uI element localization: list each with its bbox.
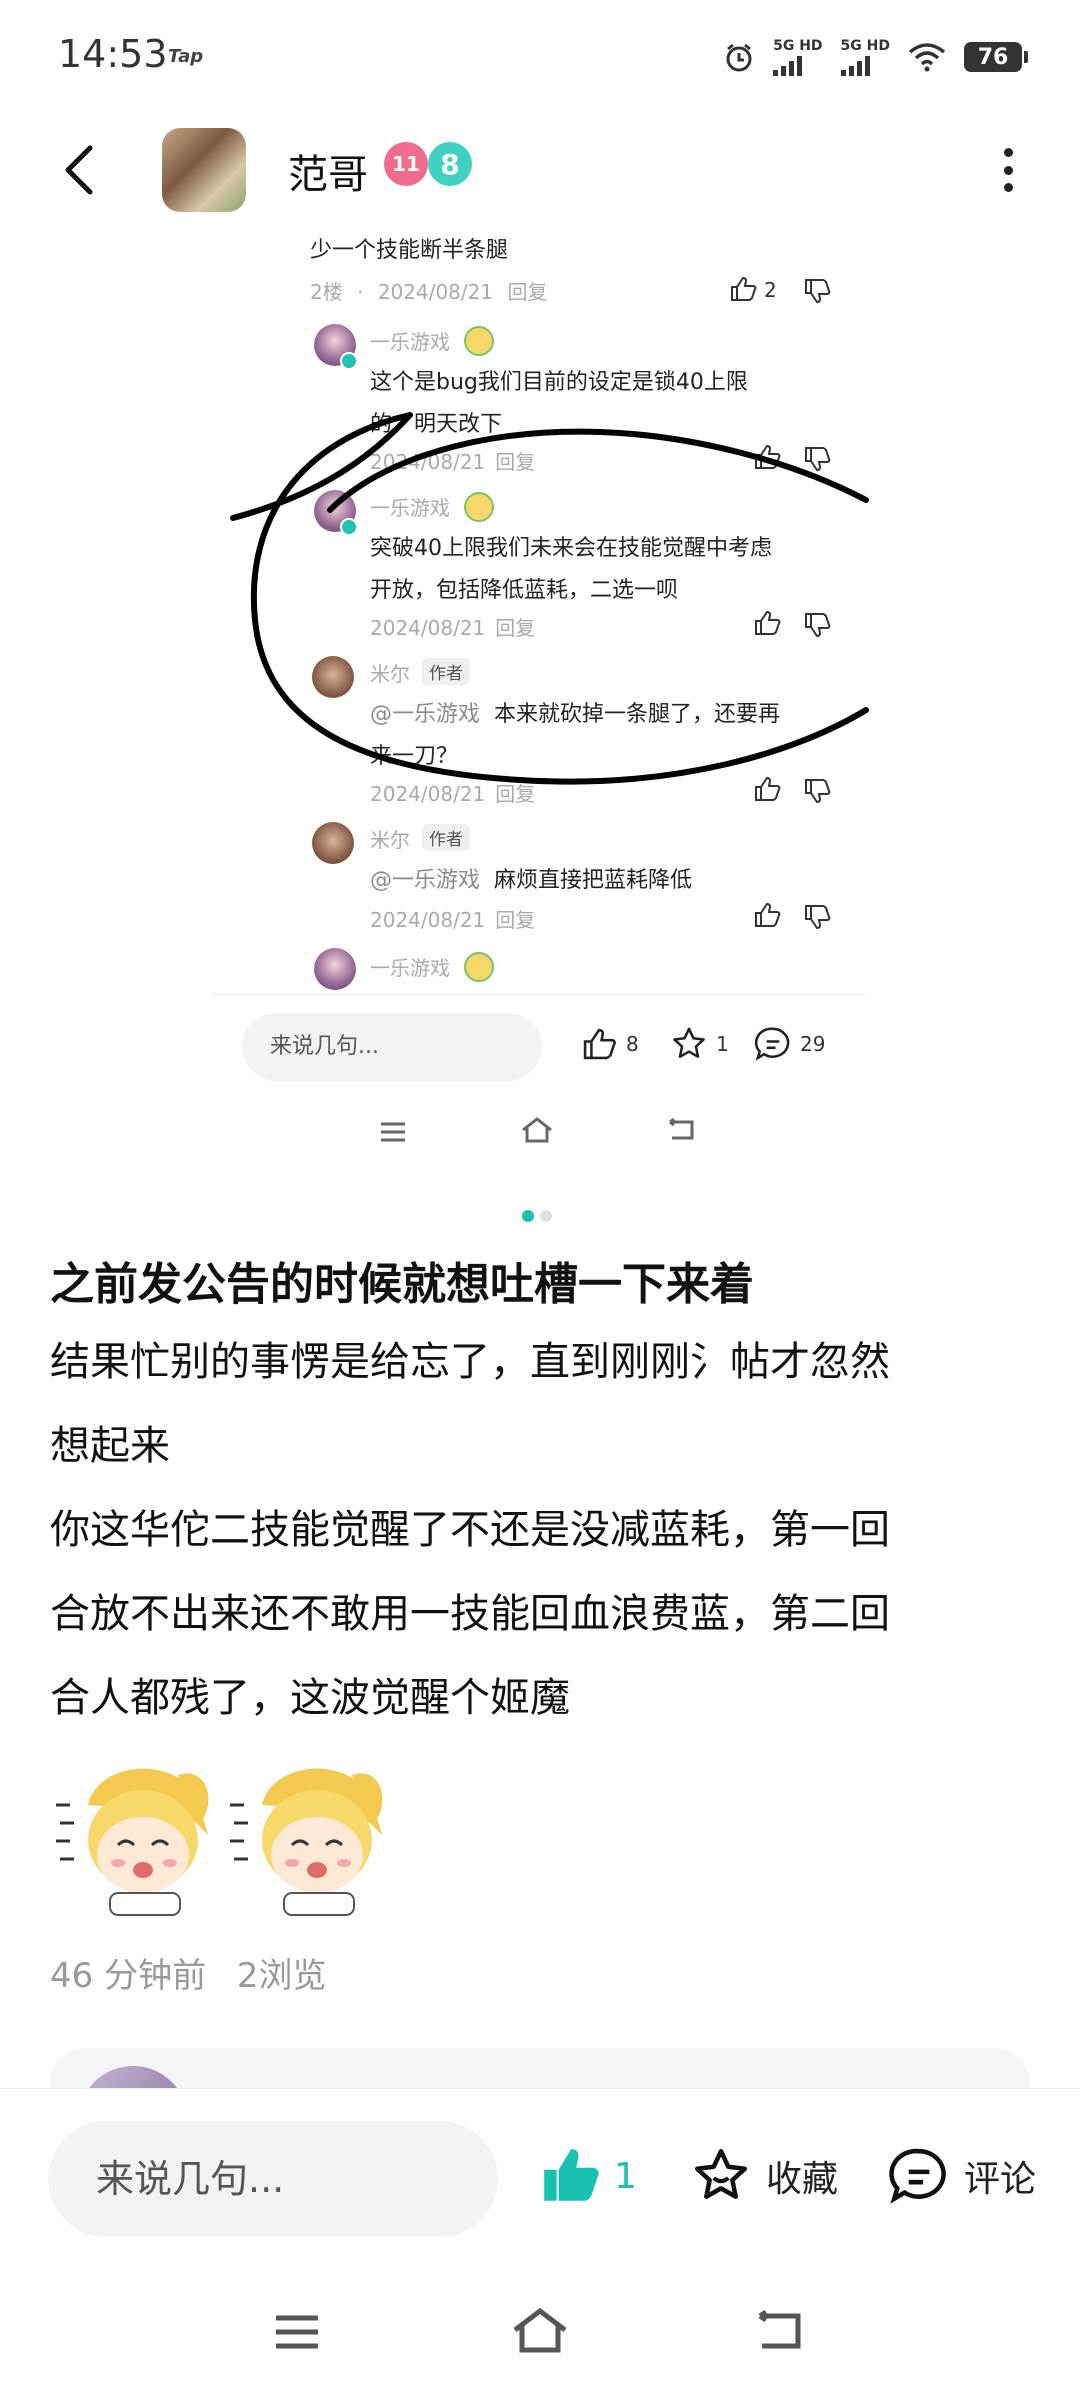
back-nav-icon (669, 1118, 694, 1140)
embed-top-comment-text: 少一个技能断半条腿 (310, 238, 509, 263)
level-badge-icon: 8 (428, 142, 472, 186)
status-time: 14:53 (58, 32, 168, 76)
embed-bottom-bar: 来说几句... 8 1 29 (212, 994, 866, 1095)
alarm-icon (726, 43, 752, 72)
reply-avatar[interactable] (314, 948, 356, 990)
vip-badge-icon: 11 (384, 142, 428, 186)
laughing-sticker[interactable] (222, 1745, 392, 1920)
system-nav-bar (0, 2280, 1080, 2388)
post-line: 你这华佗二技能觉醒了不还是没减蓝耗，第一回 (50, 1507, 890, 1553)
post-image-screenshot[interactable]: 少一个技能断半条腿 2楼 · 2024/08/21 回复 2 一乐游戏 这个是b… (212, 224, 866, 1154)
comment-input[interactable]: 来说几句... (48, 2121, 498, 2237)
embed-comment-input[interactable]: 来说几句... (242, 1013, 542, 1081)
more-options-icon[interactable] (996, 148, 1020, 192)
app-header: 范哥 11 8 (0, 120, 1080, 220)
post-time: 46 分钟前 (50, 1956, 207, 1996)
elf-badge-icon (464, 952, 494, 982)
reply-user[interactable]: 米尔 (370, 824, 410, 853)
author-tag: 作者 (422, 824, 470, 851)
post-line: 想起来 (50, 1423, 170, 1469)
star-icon (673, 1027, 705, 1058)
verified-icon (340, 518, 358, 536)
comment-icon (754, 1027, 790, 1061)
reply-meta: 2024/08/21 回复 (370, 782, 536, 806)
reply-user[interactable]: 一乐游戏 (370, 326, 450, 355)
post-line: 合人都残了，这波觉醒个姬魔 (50, 1675, 570, 1721)
like-button[interactable]: 1 (538, 2145, 637, 2207)
reply-text-line: @一乐游戏 麻烦直接把蓝耗降低 (370, 868, 693, 893)
reply-text-line: @一乐游戏 本来就砍掉一条腿了，还要再 (370, 702, 781, 727)
tap-notification-icon: Tap (168, 46, 204, 67)
status-icons: 5G HD 5G HD 76 (723, 38, 1028, 76)
post-line: 合放不出来还不敢用一技能回血浪费蓝，第二回 (50, 1591, 890, 1637)
battery-icon: 76 (964, 42, 1028, 72)
embed-like-button[interactable]: 8 (580, 1025, 639, 1063)
back-nav-icon[interactable] (754, 2310, 804, 2352)
embed-comment-button[interactable]: 29 (754, 1025, 825, 1063)
reply-user[interactable]: 一乐游戏 (370, 952, 450, 981)
post-detail-page: 14:53 Tap 5G HD 5G HD 76 范哥 11 8 少一个技能断半… (0, 0, 1080, 2388)
reply-text-line: 这个是bug我们目前的设定是锁40上限 (370, 370, 748, 395)
verified-icon (340, 352, 358, 370)
thumbs-up-icon[interactable] (752, 900, 782, 930)
signal-2-icon: 5G HD (840, 38, 890, 76)
author-tag: 作者 (422, 658, 470, 685)
reply-text-line: 突破40上限我们未来会在技能觉醒中考虑 (370, 536, 772, 561)
home-icon (522, 1117, 552, 1143)
comment-icon (889, 2148, 946, 2204)
elf-badge-icon (464, 492, 494, 522)
comment-button[interactable]: 评论 (888, 2145, 1036, 2207)
thumbs-down-icon[interactable] (802, 444, 832, 474)
post-meta: 46 分钟前 2浏览 (50, 1948, 327, 1997)
menu-icon (381, 1122, 405, 1142)
embed-nav-bar (212, 1104, 866, 1154)
reply-meta: 2024/08/21 回复 (370, 616, 536, 640)
reply-avatar[interactable] (312, 656, 354, 698)
thumbs-up-icon (583, 1028, 616, 1060)
author-avatar[interactable] (162, 128, 246, 212)
embed-favorite-button[interactable]: 1 (670, 1025, 729, 1063)
thumbs-down-icon[interactable] (802, 610, 832, 640)
reply-meta: 2024/08/21 回复 (370, 908, 536, 932)
post-views: 2浏览 (236, 1956, 327, 1996)
embed-top-like-count: 2 (764, 278, 777, 302)
thumbs-down-icon[interactable] (802, 776, 832, 806)
thumbs-up-filled-icon (544, 2149, 599, 2201)
image-page-indicator (522, 1210, 552, 1222)
thumbs-up-icon[interactable] (752, 774, 782, 804)
menu-icon[interactable] (272, 2312, 322, 2352)
favorite-button[interactable]: 收藏 (690, 2145, 838, 2207)
status-bar: 14:53 Tap 5G HD 5G HD 76 (0, 0, 1080, 120)
signal-1-icon: 5G HD (773, 38, 823, 76)
laughing-sticker[interactable] (48, 1745, 218, 1920)
reply-meta: 2024/08/21 回复 (370, 450, 536, 474)
thumbs-up-icon[interactable] (752, 608, 782, 638)
elf-badge-icon (464, 326, 494, 356)
thumbs-down-icon[interactable] (802, 902, 832, 932)
reply-text-line: 来一刀？ (370, 744, 459, 769)
post-body: 结果忙别的事愣是给忘了，直到刚刚氵帖才忽然 想起来 你这华佗二技能觉醒了不还是没… (50, 1320, 1030, 1740)
back-icon[interactable] (50, 140, 110, 200)
post-title: 之前发公告的时候就想吐槽一下来着 (50, 1259, 754, 1310)
bottom-action-bar: 来说几句... 1 收藏 评论 (0, 2088, 1080, 2279)
thumbs-up-icon[interactable] (752, 442, 782, 472)
reply-text-line: 开放，包括降低蓝耗，二选一呗 (370, 578, 679, 603)
embed-top-comment-meta: 2楼 · 2024/08/21 回复 (310, 280, 548, 304)
star-icon (694, 2148, 748, 2199)
reply-user[interactable]: 米尔 (370, 658, 410, 687)
reply-avatar[interactable] (312, 822, 354, 864)
wifi-icon (908, 43, 946, 72)
author-name[interactable]: 范哥 (288, 142, 368, 200)
reply-text-line: 的，明天改下 (370, 412, 503, 437)
post-line: 结果忙别的事愣是给忘了，直到刚刚氵帖才忽然 (50, 1339, 890, 1385)
home-icon[interactable] (510, 2306, 570, 2354)
thumbs-up-icon[interactable] (728, 274, 758, 304)
thumbs-down-icon[interactable] (802, 276, 832, 306)
reply-user[interactable]: 一乐游戏 (370, 492, 450, 521)
